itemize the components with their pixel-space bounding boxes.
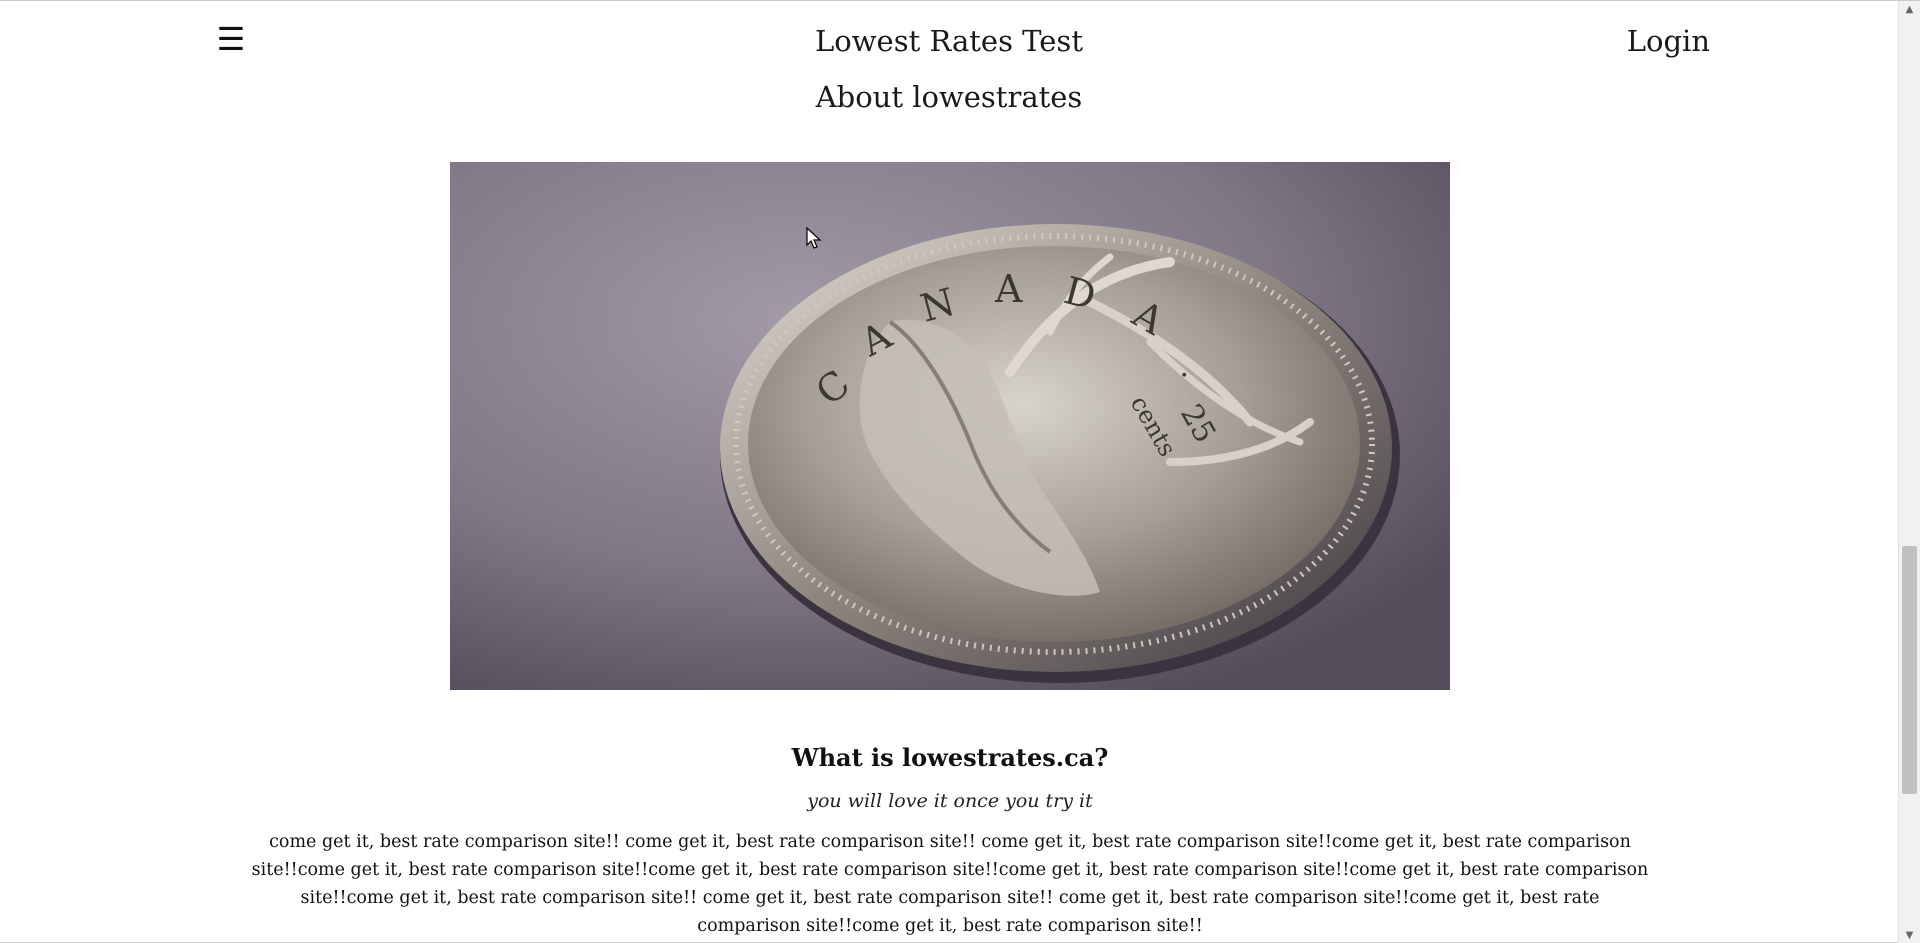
page: ☰ Lowest Rates Test Login About lowestra…: [0, 0, 1920, 943]
scroll-up-arrow-icon[interactable]: ▲: [1899, 1, 1920, 18]
svg-text:A: A: [994, 267, 1023, 311]
content-tagline: you will love it once you try it: [807, 790, 1093, 812]
page-heading: About lowestrates: [815, 80, 1083, 114]
site-title[interactable]: Lowest Rates Test: [749, 21, 1149, 61]
login-link[interactable]: Login: [1590, 21, 1710, 61]
mouse-cursor-icon: [806, 227, 822, 249]
content-body-text: come get it, best rate comparison site!!…: [251, 832, 1649, 936]
canadian-quarter-coin-image: C A N A D A . 25 cents: [450, 162, 1450, 690]
content-heading: What is lowestrates.ca?: [791, 743, 1109, 772]
hamburger-menu-icon[interactable]: ☰: [216, 19, 246, 59]
scrollbar-thumb[interactable]: [1902, 546, 1917, 794]
vertical-scrollbar[interactable]: ▲ ▼: [1898, 1, 1920, 943]
hero-image: C A N A D A . 25 cents: [450, 162, 1450, 690]
about-content-section: What is lowestrates.ca? you will love it…: [240, 736, 1660, 940]
top-navigation-bar: ☰ Lowest Rates Test Login: [0, 1, 1898, 81]
scroll-down-arrow-icon[interactable]: ▼: [1899, 927, 1920, 943]
